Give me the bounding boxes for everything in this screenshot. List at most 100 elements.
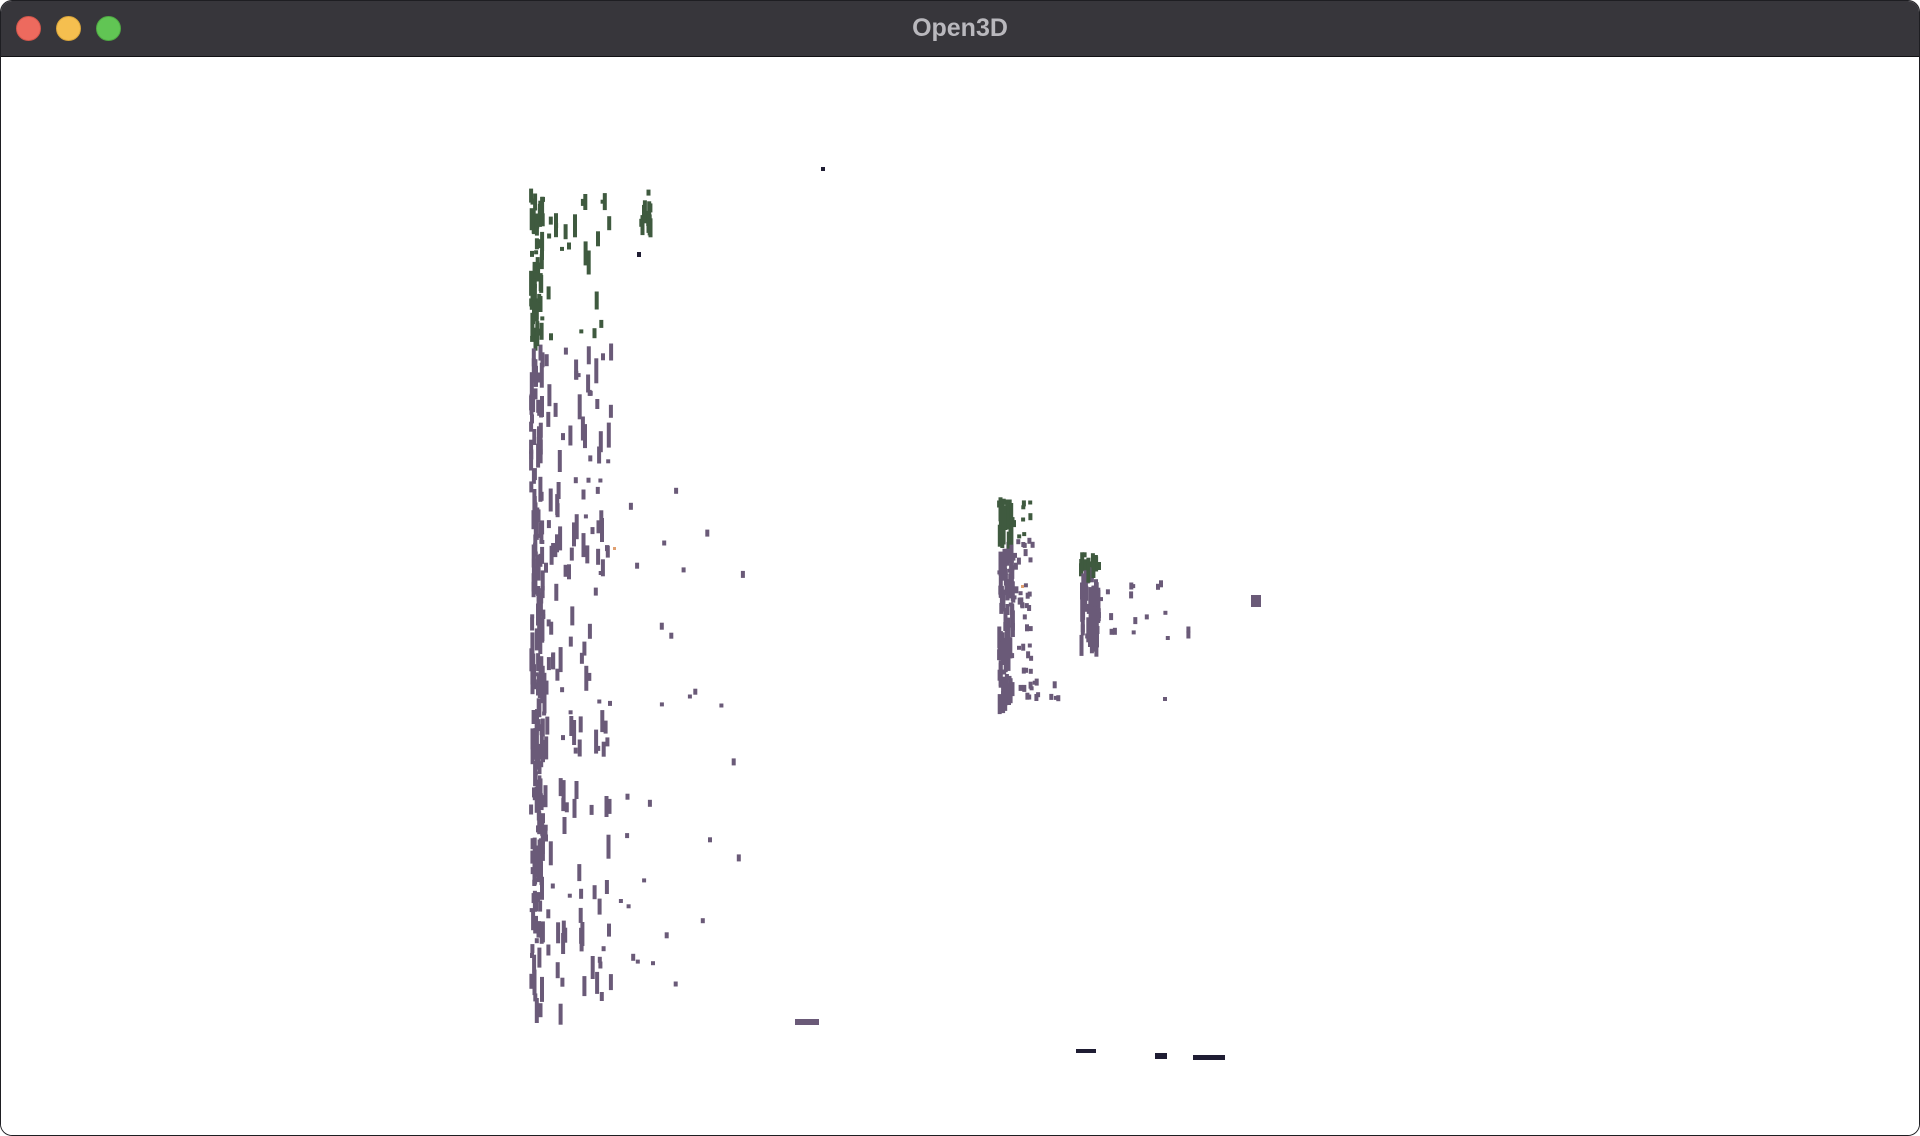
point xyxy=(673,981,678,987)
point xyxy=(536,698,541,710)
point xyxy=(540,586,545,599)
point xyxy=(592,885,597,900)
point xyxy=(532,429,537,445)
point xyxy=(530,614,535,619)
point xyxy=(595,971,600,994)
point xyxy=(600,710,605,733)
point xyxy=(536,825,540,833)
point xyxy=(554,583,559,601)
point xyxy=(535,779,540,798)
point xyxy=(1105,589,1110,595)
point xyxy=(601,741,606,757)
point xyxy=(1016,539,1021,545)
point xyxy=(642,878,647,883)
point xyxy=(534,906,538,912)
point xyxy=(537,763,542,772)
app-window: Open3D xyxy=(0,0,1920,1136)
point xyxy=(1018,684,1023,691)
point xyxy=(607,923,611,937)
point xyxy=(1002,505,1007,530)
point xyxy=(1025,592,1030,599)
point xyxy=(637,252,641,257)
point xyxy=(1013,565,1018,570)
point xyxy=(1052,681,1057,689)
point xyxy=(1005,500,1010,520)
point xyxy=(534,525,539,535)
point xyxy=(651,961,655,966)
point xyxy=(544,834,548,842)
point xyxy=(1079,559,1084,570)
point xyxy=(538,1003,543,1018)
point-cloud xyxy=(529,167,1261,1060)
point xyxy=(613,547,616,550)
point xyxy=(674,487,679,494)
point xyxy=(999,602,1004,614)
point xyxy=(1027,643,1032,648)
point xyxy=(1019,597,1024,603)
point xyxy=(583,424,587,449)
point xyxy=(530,617,535,631)
point xyxy=(573,747,578,754)
point xyxy=(540,540,545,544)
point xyxy=(596,548,601,565)
point xyxy=(1024,667,1029,673)
point xyxy=(1009,585,1014,593)
point xyxy=(535,746,539,762)
point xyxy=(1028,557,1033,563)
point xyxy=(998,586,1003,597)
point xyxy=(531,395,536,413)
point xyxy=(537,674,542,698)
point xyxy=(1025,624,1029,632)
point xyxy=(1022,684,1027,692)
point xyxy=(553,550,558,558)
point xyxy=(1086,557,1091,583)
point xyxy=(580,198,585,206)
point xyxy=(549,545,554,565)
point-cloud-render[interactable] xyxy=(1,57,1920,1136)
point xyxy=(529,648,534,672)
point xyxy=(595,399,600,409)
point xyxy=(605,737,610,747)
point xyxy=(606,834,611,859)
point xyxy=(1012,520,1016,528)
point xyxy=(601,353,605,361)
point xyxy=(1193,1055,1225,1060)
point xyxy=(599,510,604,532)
point xyxy=(544,736,549,760)
point xyxy=(608,974,613,991)
point xyxy=(574,514,579,540)
point xyxy=(997,570,1002,575)
point xyxy=(607,798,612,814)
point xyxy=(597,699,602,704)
3d-viewport[interactable] xyxy=(1,57,1920,1136)
point xyxy=(598,478,603,483)
point xyxy=(533,359,538,375)
point xyxy=(540,396,544,417)
point xyxy=(1034,694,1039,701)
point xyxy=(1056,695,1061,702)
point xyxy=(533,922,538,934)
point xyxy=(1109,613,1114,621)
point xyxy=(570,606,575,626)
point xyxy=(1003,562,1008,567)
point xyxy=(546,657,551,671)
point xyxy=(534,304,539,320)
point xyxy=(1003,573,1008,586)
point xyxy=(606,459,611,464)
point xyxy=(1010,682,1015,697)
point xyxy=(541,609,546,619)
point xyxy=(628,502,633,510)
point xyxy=(608,404,613,418)
point xyxy=(662,540,667,546)
point xyxy=(736,854,741,862)
title-bar[interactable]: Open3D xyxy=(1,1,1919,57)
point xyxy=(577,864,582,882)
point xyxy=(563,347,568,355)
point xyxy=(583,241,588,266)
point xyxy=(599,319,604,328)
point xyxy=(530,414,534,424)
point xyxy=(635,562,640,569)
point xyxy=(568,636,573,647)
point xyxy=(530,198,535,205)
point xyxy=(536,399,541,413)
